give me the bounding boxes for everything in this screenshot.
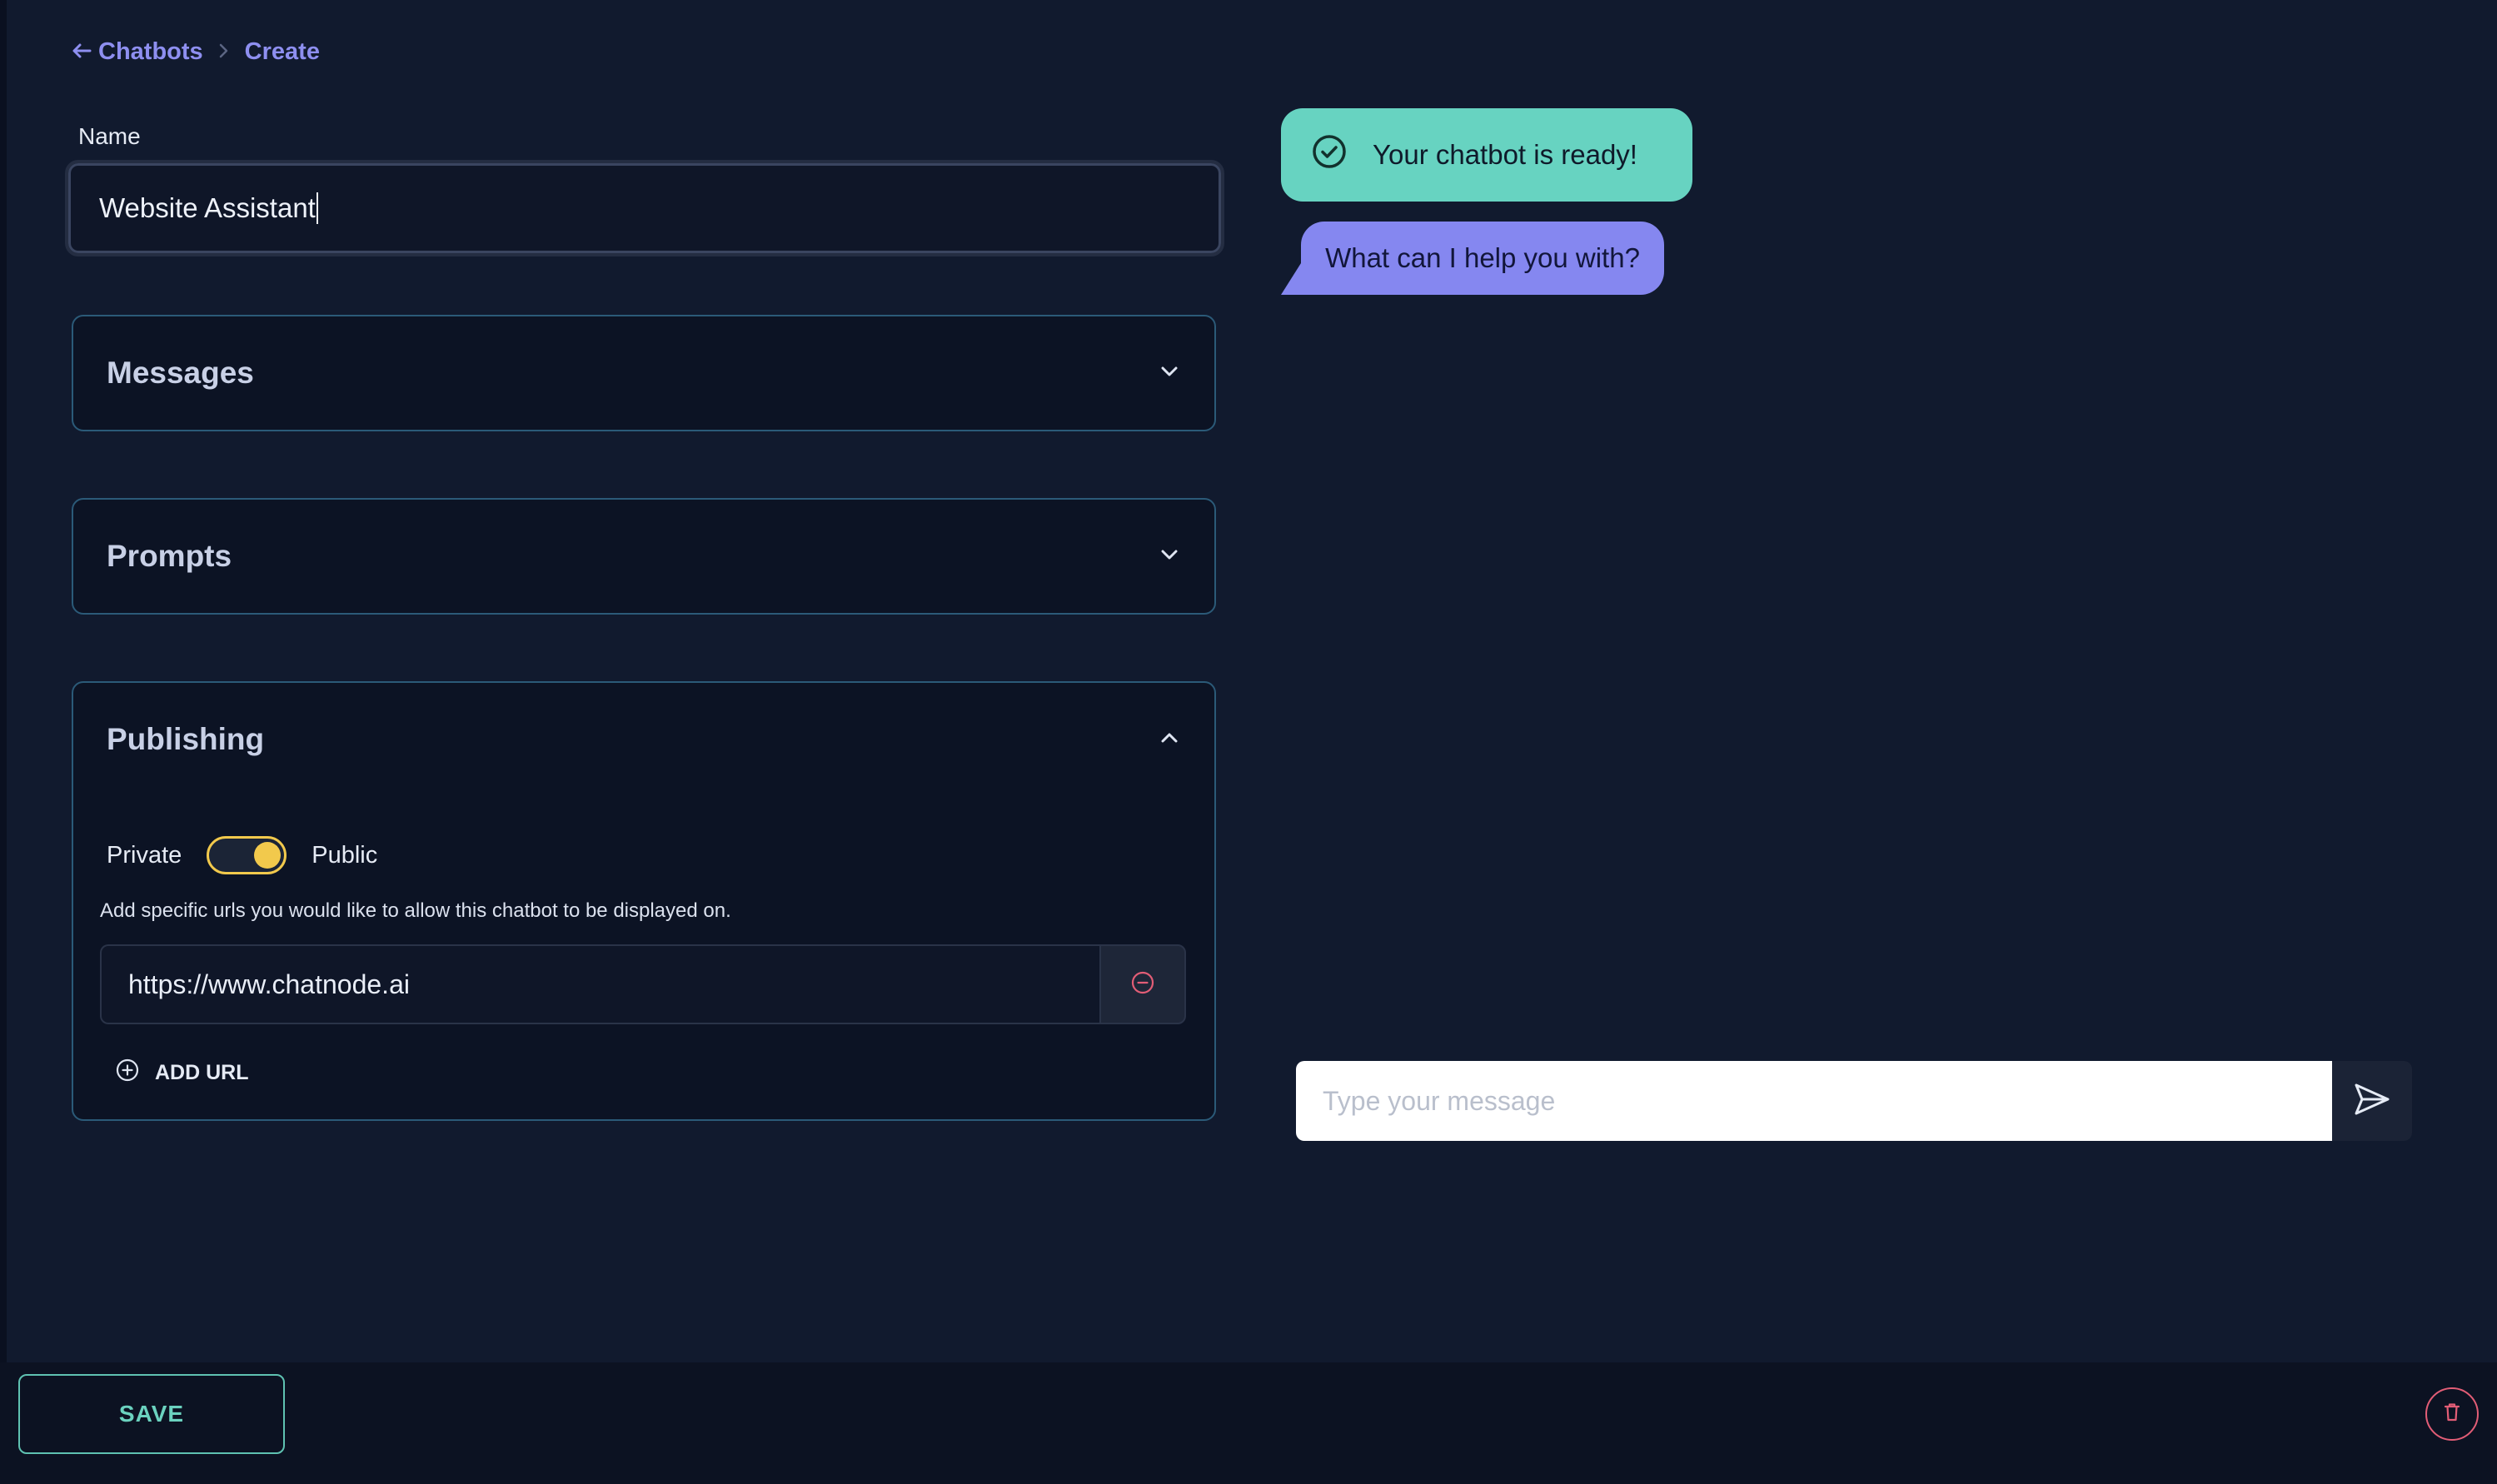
publishing-section-header[interactable]: Publishing bbox=[107, 683, 1181, 796]
breadcrumb-chatbots: Chatbots bbox=[98, 37, 203, 65]
url-input-value: https://www.chatnode.ai bbox=[128, 969, 410, 999]
breadcrumb-current[interactable]: Create bbox=[245, 38, 320, 66]
chat-message-input[interactable]: Type your message bbox=[1296, 1061, 2332, 1141]
messages-section-header[interactable]: Messages bbox=[107, 316, 1181, 430]
add-url-label: ADD URL bbox=[155, 1061, 249, 1084]
name-input[interactable]: Website Assistant bbox=[65, 160, 1224, 256]
chevron-up-icon bbox=[1158, 726, 1181, 754]
chatbot-ready-message: Your chatbot is ready! bbox=[1281, 108, 1692, 202]
messages-section: Messages bbox=[72, 315, 1216, 431]
left-edge bbox=[0, 0, 7, 1484]
send-icon bbox=[2352, 1081, 2392, 1122]
visibility-toggle-row: Private Public bbox=[107, 836, 377, 874]
chat-input-placeholder: Type your message bbox=[1323, 1085, 1556, 1116]
save-button[interactable]: SAVE bbox=[18, 1374, 285, 1454]
plus-circle-icon bbox=[115, 1058, 140, 1088]
text-caret bbox=[316, 192, 318, 224]
toggle-knob bbox=[254, 842, 282, 869]
publishing-section: Publishing Private Public Add specific u… bbox=[72, 681, 1216, 1121]
chevron-down-icon bbox=[1158, 360, 1181, 387]
prompts-section-header[interactable]: Prompts bbox=[107, 500, 1181, 613]
name-input-value: Website Assistant bbox=[99, 192, 316, 223]
breadcrumb: Chatbots Create bbox=[72, 35, 320, 68]
name-label: Name bbox=[78, 123, 141, 149]
back-arrow-icon bbox=[72, 38, 92, 66]
allowed-urls-hint: Add specific urls you would like to allo… bbox=[100, 899, 731, 922]
minus-circle-icon bbox=[1130, 970, 1155, 999]
visibility-toggle[interactable] bbox=[207, 836, 287, 874]
remove-url-button[interactable] bbox=[1099, 944, 1186, 1024]
send-message-button[interactable] bbox=[2332, 1061, 2412, 1141]
public-label: Public bbox=[312, 841, 378, 869]
bot-message-text: What can I help you with? bbox=[1325, 242, 1640, 273]
publishing-section-title: Publishing bbox=[107, 722, 265, 756]
check-circle-icon bbox=[1311, 133, 1348, 177]
private-label: Private bbox=[107, 841, 182, 869]
bot-message-tail bbox=[1281, 263, 1301, 295]
chevron-down-icon bbox=[1158, 543, 1181, 570]
trash-icon bbox=[2442, 1402, 2462, 1427]
url-input[interactable]: https://www.chatnode.ai bbox=[100, 944, 1099, 1024]
add-url-button[interactable]: ADD URL bbox=[115, 1058, 249, 1088]
prompts-section: Prompts bbox=[72, 498, 1216, 615]
bot-message: What can I help you with? bbox=[1301, 222, 1664, 295]
prompts-section-title: Prompts bbox=[107, 539, 232, 573]
chatbot-ready-text: Your chatbot is ready! bbox=[1373, 139, 1637, 170]
messages-section-title: Messages bbox=[107, 356, 254, 390]
breadcrumb-back-link[interactable]: Chatbots bbox=[72, 38, 203, 66]
breadcrumb-separator-icon bbox=[218, 38, 230, 65]
delete-button[interactable] bbox=[2425, 1387, 2479, 1441]
url-row: https://www.chatnode.ai bbox=[100, 944, 1186, 1024]
footer-bar bbox=[0, 1362, 2497, 1484]
